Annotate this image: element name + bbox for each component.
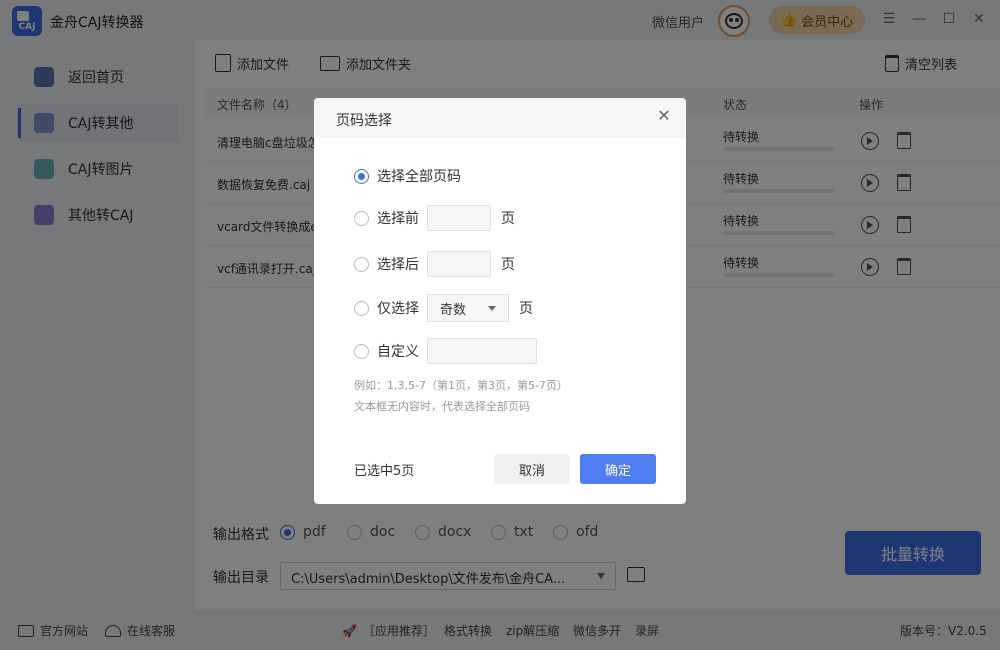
first-pages-input[interactable] — [427, 205, 491, 231]
chevron-down-icon — [488, 305, 497, 311]
close-icon[interactable]: ✕ — [656, 108, 672, 124]
option-last-pages[interactable]: 选择后 页 — [354, 251, 515, 277]
option-only-select[interactable]: 仅选择 奇数 页 — [354, 294, 533, 322]
radio-button[interactable] — [354, 210, 369, 226]
hint-empty: 文本框无内容时，代表选择全部页码 — [354, 400, 530, 413]
odd-even-select[interactable]: 奇数 — [427, 294, 509, 322]
hint-example: 例如：1,3,5-7（第1页，第3页，第5-7页） — [354, 379, 568, 392]
option-first-pages[interactable]: 选择前 页 — [354, 205, 515, 231]
selected-count: 已选中5页 — [354, 464, 415, 479]
radio-button[interactable] — [354, 300, 369, 316]
cancel-button[interactable]: 取消 — [494, 454, 570, 484]
radio-button[interactable] — [354, 343, 369, 359]
option-all-pages[interactable]: 选择全部页码 — [354, 166, 461, 186]
custom-pages-input[interactable] — [427, 338, 537, 364]
radio-button[interactable] — [354, 256, 369, 272]
page-select-dialog: 页码选择 ✕ 选择全部页码 选择前 页 选择后 页 仅选择 奇数 页 自定义 例… — [314, 98, 686, 504]
confirm-button[interactable]: 确定 — [580, 454, 656, 484]
dialog-header: 页码选择 ✕ — [314, 98, 686, 138]
dialog-title: 页码选择 — [336, 113, 392, 129]
last-pages-input[interactable] — [427, 251, 491, 277]
radio-button[interactable] — [354, 168, 369, 184]
option-custom[interactable]: 自定义 — [354, 338, 537, 364]
